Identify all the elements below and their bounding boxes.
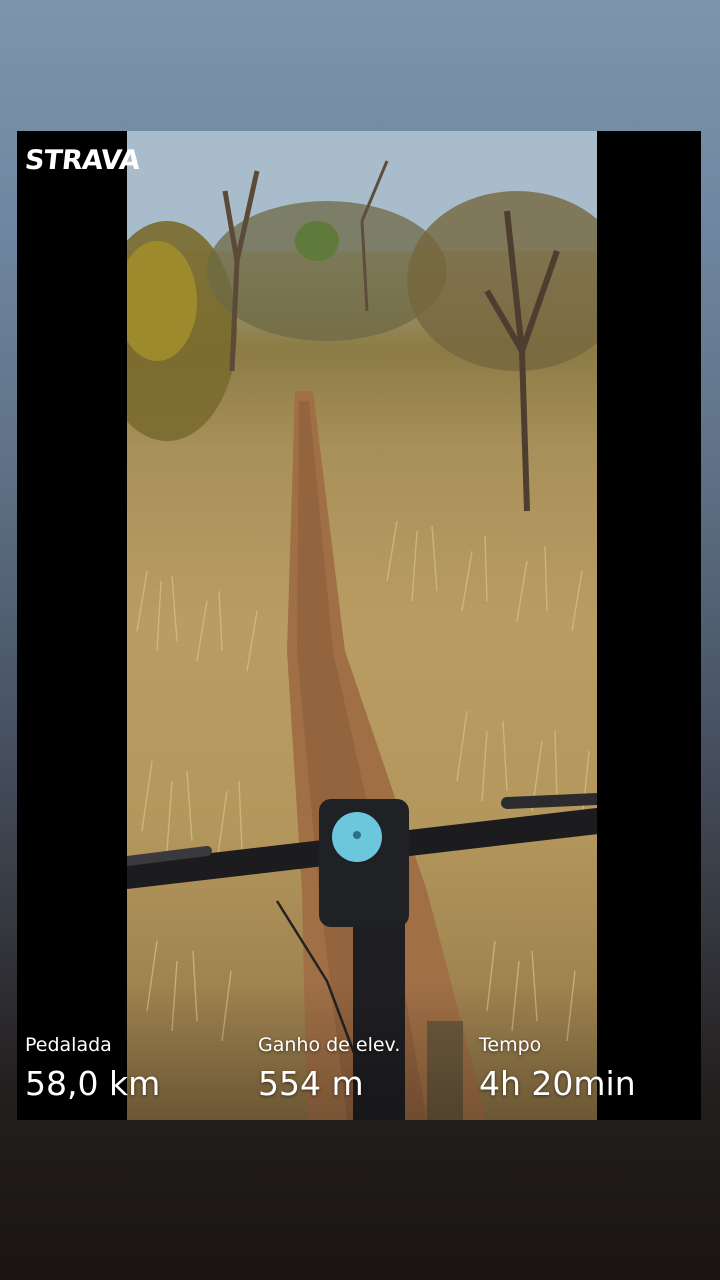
trail-scene: [127, 131, 597, 1120]
stat-time-label: Tempo: [479, 1034, 542, 1056]
stat-distance-label: Pedalada: [25, 1034, 112, 1056]
stat-distance-value: 58,0 km: [25, 1064, 161, 1103]
stat-elevation: Ganho de elev. 554 m: [258, 1034, 400, 1104]
right-brake-lever: [501, 793, 597, 809]
stat-time: Tempo 4h 20min: [479, 1034, 636, 1104]
stat-elevation-value: 554 m: [258, 1064, 364, 1103]
stat-distance: Pedalada 58,0 km: [25, 1034, 160, 1104]
trail-photo: [127, 131, 597, 1120]
strava-logo: STRAVA: [23, 145, 142, 176]
green-foliage: [295, 221, 339, 261]
phone-mount-knob-center: [353, 831, 361, 839]
stat-elevation-label: Ganho de elev.: [258, 1034, 401, 1056]
strava-story-card: STRAVA Pedalada 58,0 km Ganho de elev. 5…: [17, 131, 701, 1120]
stat-time-value: 4h 20min: [479, 1064, 636, 1103]
